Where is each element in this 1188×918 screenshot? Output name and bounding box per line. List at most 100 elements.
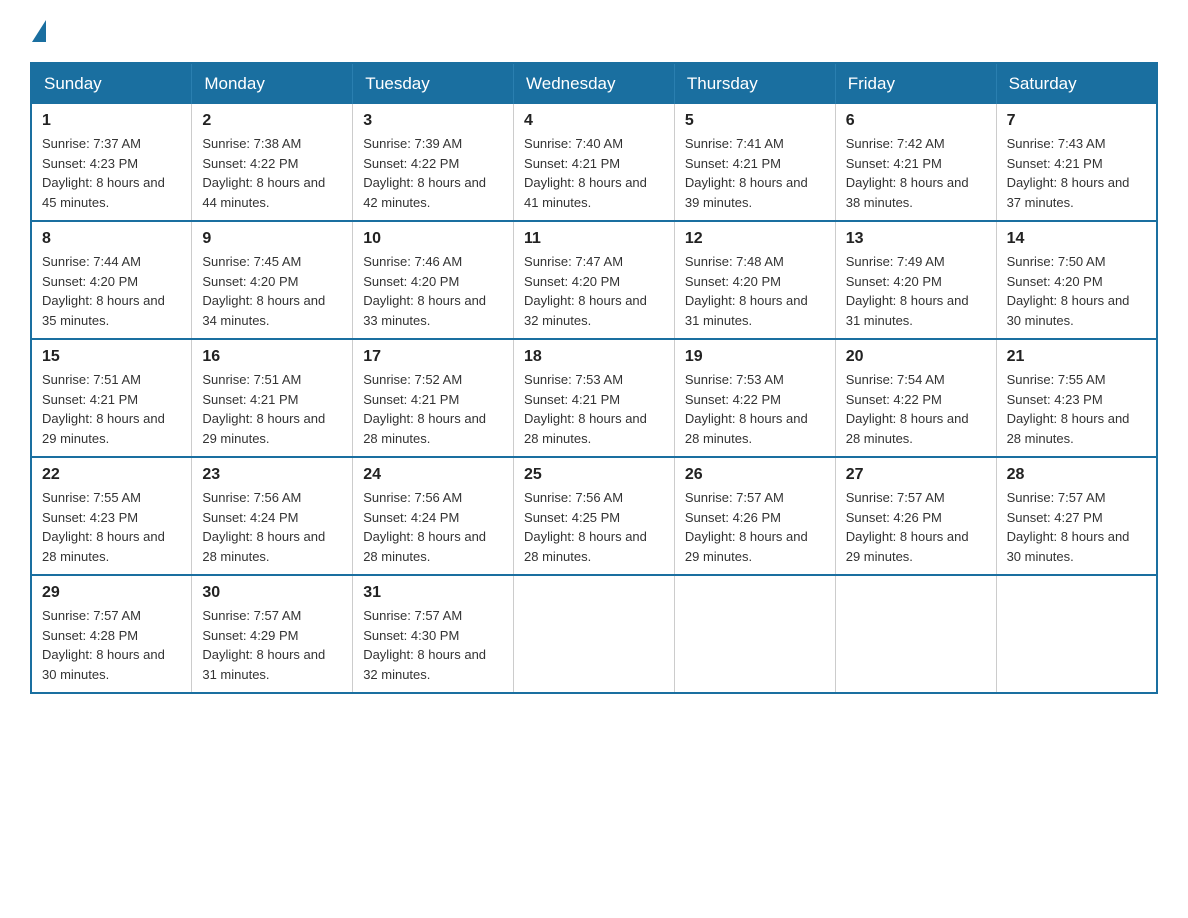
calendar-cell: 8 Sunrise: 7:44 AM Sunset: 4:20 PM Dayli… (31, 221, 192, 339)
day-number: 5 (685, 112, 825, 130)
calendar-cell (514, 575, 675, 693)
day-info: Sunrise: 7:38 AM Sunset: 4:22 PM Dayligh… (202, 134, 342, 212)
day-number: 22 (42, 466, 181, 484)
calendar-cell: 18 Sunrise: 7:53 AM Sunset: 4:21 PM Dayl… (514, 339, 675, 457)
calendar-cell: 27 Sunrise: 7:57 AM Sunset: 4:26 PM Dayl… (835, 457, 996, 575)
day-info: Sunrise: 7:42 AM Sunset: 4:21 PM Dayligh… (846, 134, 986, 212)
day-info: Sunrise: 7:45 AM Sunset: 4:20 PM Dayligh… (202, 252, 342, 330)
day-info: Sunrise: 7:55 AM Sunset: 4:23 PM Dayligh… (1007, 370, 1146, 448)
calendar-cell: 5 Sunrise: 7:41 AM Sunset: 4:21 PM Dayli… (674, 104, 835, 221)
day-number: 7 (1007, 112, 1146, 130)
calendar-cell (835, 575, 996, 693)
day-info: Sunrise: 7:50 AM Sunset: 4:20 PM Dayligh… (1007, 252, 1146, 330)
day-info: Sunrise: 7:56 AM Sunset: 4:25 PM Dayligh… (524, 488, 664, 566)
day-number: 4 (524, 112, 664, 130)
day-number: 21 (1007, 348, 1146, 366)
day-info: Sunrise: 7:55 AM Sunset: 4:23 PM Dayligh… (42, 488, 181, 566)
day-info: Sunrise: 7:51 AM Sunset: 4:21 PM Dayligh… (202, 370, 342, 448)
day-number: 31 (363, 584, 503, 602)
calendar-cell: 23 Sunrise: 7:56 AM Sunset: 4:24 PM Dayl… (192, 457, 353, 575)
logo (30, 20, 48, 42)
day-info: Sunrise: 7:48 AM Sunset: 4:20 PM Dayligh… (685, 252, 825, 330)
week-row-5: 29 Sunrise: 7:57 AM Sunset: 4:28 PM Dayl… (31, 575, 1157, 693)
day-number: 12 (685, 230, 825, 248)
day-number: 23 (202, 466, 342, 484)
week-row-4: 22 Sunrise: 7:55 AM Sunset: 4:23 PM Dayl… (31, 457, 1157, 575)
day-info: Sunrise: 7:49 AM Sunset: 4:20 PM Dayligh… (846, 252, 986, 330)
weekday-header-saturday: Saturday (996, 63, 1157, 104)
day-number: 30 (202, 584, 342, 602)
day-info: Sunrise: 7:57 AM Sunset: 4:28 PM Dayligh… (42, 606, 181, 684)
calendar-cell (996, 575, 1157, 693)
day-info: Sunrise: 7:40 AM Sunset: 4:21 PM Dayligh… (524, 134, 664, 212)
day-number: 11 (524, 230, 664, 248)
day-info: Sunrise: 7:51 AM Sunset: 4:21 PM Dayligh… (42, 370, 181, 448)
week-row-2: 8 Sunrise: 7:44 AM Sunset: 4:20 PM Dayli… (31, 221, 1157, 339)
calendar-cell: 26 Sunrise: 7:57 AM Sunset: 4:26 PM Dayl… (674, 457, 835, 575)
day-info: Sunrise: 7:56 AM Sunset: 4:24 PM Dayligh… (202, 488, 342, 566)
day-info: Sunrise: 7:56 AM Sunset: 4:24 PM Dayligh… (363, 488, 503, 566)
weekday-header-sunday: Sunday (31, 63, 192, 104)
calendar-cell: 21 Sunrise: 7:55 AM Sunset: 4:23 PM Dayl… (996, 339, 1157, 457)
day-info: Sunrise: 7:57 AM Sunset: 4:29 PM Dayligh… (202, 606, 342, 684)
day-info: Sunrise: 7:54 AM Sunset: 4:22 PM Dayligh… (846, 370, 986, 448)
weekday-header-thursday: Thursday (674, 63, 835, 104)
header (30, 20, 1158, 42)
calendar-cell (674, 575, 835, 693)
calendar-cell: 10 Sunrise: 7:46 AM Sunset: 4:20 PM Dayl… (353, 221, 514, 339)
calendar-cell: 20 Sunrise: 7:54 AM Sunset: 4:22 PM Dayl… (835, 339, 996, 457)
day-number: 27 (846, 466, 986, 484)
day-number: 2 (202, 112, 342, 130)
day-number: 25 (524, 466, 664, 484)
day-info: Sunrise: 7:43 AM Sunset: 4:21 PM Dayligh… (1007, 134, 1146, 212)
day-number: 8 (42, 230, 181, 248)
calendar-cell: 4 Sunrise: 7:40 AM Sunset: 4:21 PM Dayli… (514, 104, 675, 221)
calendar-cell: 7 Sunrise: 7:43 AM Sunset: 4:21 PM Dayli… (996, 104, 1157, 221)
calendar-cell: 24 Sunrise: 7:56 AM Sunset: 4:24 PM Dayl… (353, 457, 514, 575)
calendar-cell: 2 Sunrise: 7:38 AM Sunset: 4:22 PM Dayli… (192, 104, 353, 221)
weekday-header-monday: Monday (192, 63, 353, 104)
day-number: 26 (685, 466, 825, 484)
calendar-cell: 12 Sunrise: 7:48 AM Sunset: 4:20 PM Dayl… (674, 221, 835, 339)
day-info: Sunrise: 7:53 AM Sunset: 4:22 PM Dayligh… (685, 370, 825, 448)
day-number: 20 (846, 348, 986, 366)
calendar-cell: 3 Sunrise: 7:39 AM Sunset: 4:22 PM Dayli… (353, 104, 514, 221)
day-info: Sunrise: 7:41 AM Sunset: 4:21 PM Dayligh… (685, 134, 825, 212)
calendar-cell: 6 Sunrise: 7:42 AM Sunset: 4:21 PM Dayli… (835, 104, 996, 221)
week-row-1: 1 Sunrise: 7:37 AM Sunset: 4:23 PM Dayli… (31, 104, 1157, 221)
day-info: Sunrise: 7:57 AM Sunset: 4:30 PM Dayligh… (363, 606, 503, 684)
day-number: 24 (363, 466, 503, 484)
day-info: Sunrise: 7:39 AM Sunset: 4:22 PM Dayligh… (363, 134, 503, 212)
calendar-cell: 17 Sunrise: 7:52 AM Sunset: 4:21 PM Dayl… (353, 339, 514, 457)
weekday-header-row: SundayMondayTuesdayWednesdayThursdayFrid… (31, 63, 1157, 104)
day-number: 17 (363, 348, 503, 366)
day-number: 16 (202, 348, 342, 366)
weekday-header-wednesday: Wednesday (514, 63, 675, 104)
day-info: Sunrise: 7:57 AM Sunset: 4:27 PM Dayligh… (1007, 488, 1146, 566)
weekday-header-tuesday: Tuesday (353, 63, 514, 104)
day-info: Sunrise: 7:44 AM Sunset: 4:20 PM Dayligh… (42, 252, 181, 330)
calendar-cell: 19 Sunrise: 7:53 AM Sunset: 4:22 PM Dayl… (674, 339, 835, 457)
calendar-cell: 29 Sunrise: 7:57 AM Sunset: 4:28 PM Dayl… (31, 575, 192, 693)
calendar-cell: 15 Sunrise: 7:51 AM Sunset: 4:21 PM Dayl… (31, 339, 192, 457)
weekday-header-friday: Friday (835, 63, 996, 104)
day-info: Sunrise: 7:57 AM Sunset: 4:26 PM Dayligh… (685, 488, 825, 566)
day-number: 9 (202, 230, 342, 248)
day-number: 14 (1007, 230, 1146, 248)
calendar-cell: 11 Sunrise: 7:47 AM Sunset: 4:20 PM Dayl… (514, 221, 675, 339)
calendar-cell: 16 Sunrise: 7:51 AM Sunset: 4:21 PM Dayl… (192, 339, 353, 457)
day-number: 1 (42, 112, 181, 130)
week-row-3: 15 Sunrise: 7:51 AM Sunset: 4:21 PM Dayl… (31, 339, 1157, 457)
day-number: 18 (524, 348, 664, 366)
day-number: 13 (846, 230, 986, 248)
day-info: Sunrise: 7:52 AM Sunset: 4:21 PM Dayligh… (363, 370, 503, 448)
calendar-cell: 25 Sunrise: 7:56 AM Sunset: 4:25 PM Dayl… (514, 457, 675, 575)
day-number: 19 (685, 348, 825, 366)
calendar-cell: 9 Sunrise: 7:45 AM Sunset: 4:20 PM Dayli… (192, 221, 353, 339)
day-number: 10 (363, 230, 503, 248)
day-number: 29 (42, 584, 181, 602)
day-number: 6 (846, 112, 986, 130)
day-info: Sunrise: 7:53 AM Sunset: 4:21 PM Dayligh… (524, 370, 664, 448)
calendar-cell: 22 Sunrise: 7:55 AM Sunset: 4:23 PM Dayl… (31, 457, 192, 575)
calendar-cell: 13 Sunrise: 7:49 AM Sunset: 4:20 PM Dayl… (835, 221, 996, 339)
